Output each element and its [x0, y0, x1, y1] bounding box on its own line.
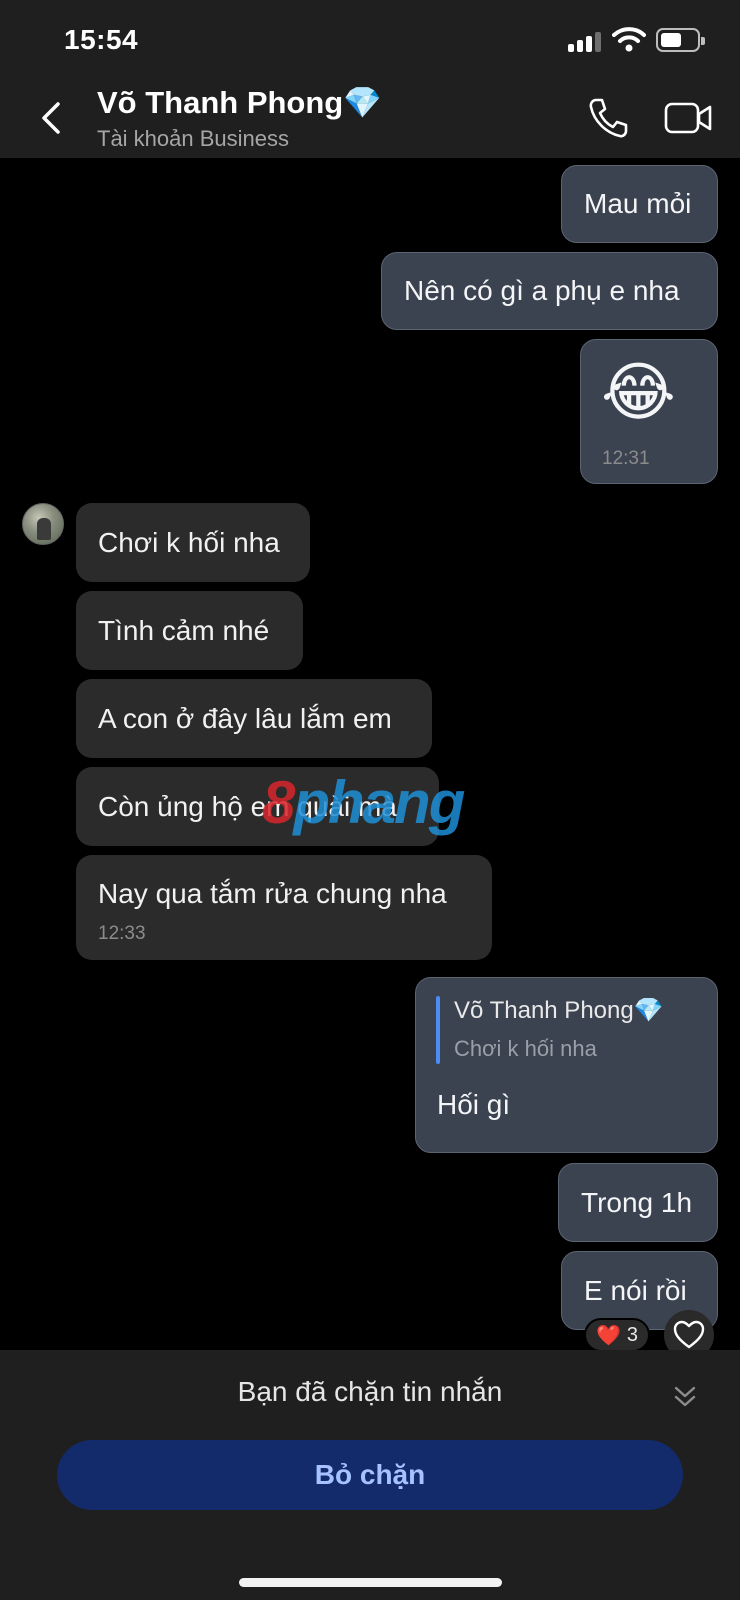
laughing-emoji: 😂 [601, 356, 676, 428]
wifi-icon [612, 27, 646, 52]
watermark-logo: 8phang [262, 769, 465, 836]
message-timestamp: 12:31 [602, 448, 650, 469]
blocked-panel: Bạn đã chặn tin nhắn Bỏ chặn [0, 1350, 740, 1600]
blocked-notice: Bạn đã chặn tin nhắn [237, 1376, 503, 1407]
chat-header: Võ Thanh Phong💎 Tài khoản Business [0, 80, 740, 158]
double-chevron-down-icon[interactable] [672, 1384, 698, 1410]
incoming-message[interactable]: A con ở đây lâu lắm em [76, 679, 432, 758]
phone-call-icon[interactable] [586, 96, 630, 140]
reply-sender-name: Võ Thanh Phong💎 [454, 997, 664, 1024]
message-text: E nói rồi [584, 1274, 687, 1306]
incoming-message[interactable]: Nay qua tắm rửa chung nha 12:33 [76, 855, 492, 960]
message-text: A con ở đây lâu lắm em [98, 702, 392, 734]
incoming-message[interactable]: Tình cảm nhé [76, 591, 303, 670]
reaction-count: 3 [626, 1323, 639, 1346]
heart-emoji: ❤️ [595, 1324, 621, 1347]
back-chevron-icon[interactable] [34, 98, 70, 138]
status-time: 15:54 [64, 24, 139, 55]
contact-subtitle: Tài khoản Business [97, 126, 289, 151]
status-bar: 15:54 [0, 0, 740, 80]
reply-quote-text: Chơi k hối nha [454, 1036, 597, 1061]
video-call-icon[interactable] [664, 98, 714, 138]
outgoing-message[interactable]: Nên có gì a phụ e nha [381, 252, 718, 330]
message-text: Chơi k hối nha [98, 526, 280, 558]
outgoing-message[interactable]: Trong 1h [558, 1163, 718, 1242]
message-timestamp: 12:33 [98, 923, 146, 944]
cellular-signal-icon [568, 32, 602, 52]
battery-icon [656, 28, 705, 52]
reply-quote-bar [436, 996, 440, 1064]
outgoing-emoji-message[interactable]: 😂 12:31 [580, 339, 718, 484]
message-text: Trong 1h [581, 1186, 693, 1218]
outgoing-message[interactable]: Mau mỏi [561, 165, 718, 243]
contact-avatar[interactable] [22, 503, 64, 545]
reaction-badge[interactable]: ❤️ 3 [584, 1318, 650, 1352]
message-text: Tình cảm nhé [98, 614, 270, 646]
contact-name[interactable]: Võ Thanh Phong💎 [97, 84, 382, 121]
home-indicator[interactable] [239, 1578, 502, 1587]
message-text: Nên có gì a phụ e nha [404, 275, 680, 307]
message-text: Nay qua tắm rửa chung nha [98, 878, 447, 909]
incoming-message[interactable]: Chơi k hối nha [76, 503, 310, 582]
unblock-button[interactable]: Bỏ chặn [57, 1440, 683, 1510]
message-text: Hối gì [437, 1089, 511, 1120]
message-text: Mau mỏi [584, 188, 692, 220]
